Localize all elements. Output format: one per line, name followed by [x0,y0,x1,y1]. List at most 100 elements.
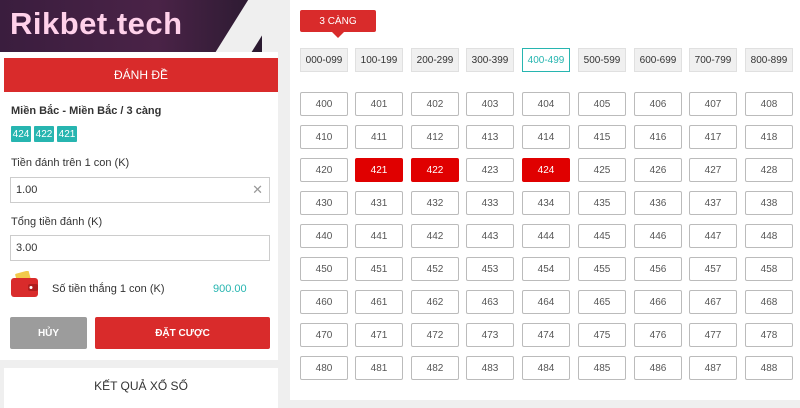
selected-chip[interactable]: 421 [57,126,77,142]
number-cell-468[interactable]: 468 [745,290,793,314]
number-cell-438[interactable]: 438 [745,191,793,215]
range-tab-600-699[interactable]: 600-699 [634,48,682,72]
number-cell-454[interactable]: 454 [522,257,570,281]
number-cell-467[interactable]: 467 [689,290,737,314]
range-tab-500-599[interactable]: 500-599 [578,48,626,72]
clear-icon[interactable]: ✕ [252,182,263,198]
number-cell-443[interactable]: 443 [466,224,514,248]
brand-logo[interactable]: Rikbet.tech [0,0,288,64]
number-cell-430[interactable]: 430 [300,191,348,215]
tab-3-cang[interactable]: 3 CÀNG [300,10,376,32]
number-cell-466[interactable]: 466 [634,290,682,314]
number-cell-437[interactable]: 437 [689,191,737,215]
number-cell-470[interactable]: 470 [300,323,348,347]
number-cell-420[interactable]: 420 [300,158,348,182]
number-cell-434[interactable]: 434 [522,191,570,215]
number-cell-445[interactable]: 445 [578,224,626,248]
number-cell-471[interactable]: 471 [355,323,403,347]
number-cell-417[interactable]: 417 [689,125,737,149]
place-bet-button[interactable]: ĐẶT CƯỢC [95,317,270,349]
number-cell-487[interactable]: 487 [689,356,737,380]
number-cell-451[interactable]: 451 [355,257,403,281]
number-cell-424[interactable]: 424 [522,158,570,182]
range-tab-000-099[interactable]: 000-099 [300,48,348,72]
number-cell-440[interactable]: 440 [300,224,348,248]
number-cell-458[interactable]: 458 [745,257,793,281]
number-cell-475[interactable]: 475 [578,323,626,347]
number-cell-473[interactable]: 473 [466,323,514,347]
number-cell-452[interactable]: 452 [411,257,459,281]
selected-chip[interactable]: 422 [34,126,54,142]
number-cell-410[interactable]: 410 [300,125,348,149]
number-cell-472[interactable]: 472 [411,323,459,347]
number-cell-486[interactable]: 486 [634,356,682,380]
number-cell-411[interactable]: 411 [355,125,403,149]
number-cell-415[interactable]: 415 [578,125,626,149]
number-cell-428[interactable]: 428 [745,158,793,182]
number-cell-414[interactable]: 414 [522,125,570,149]
number-cell-484[interactable]: 484 [522,356,570,380]
number-cell-426[interactable]: 426 [634,158,682,182]
number-cell-481[interactable]: 481 [355,356,403,380]
number-cell-461[interactable]: 461 [355,290,403,314]
number-cell-422[interactable]: 422 [411,158,459,182]
range-tab-200-299[interactable]: 200-299 [411,48,459,72]
number-cell-474[interactable]: 474 [522,323,570,347]
stake-input[interactable]: 1.00 ✕ [10,177,270,203]
number-cell-413[interactable]: 413 [466,125,514,149]
number-cell-476[interactable]: 476 [634,323,682,347]
range-tab-800-899[interactable]: 800-899 [745,48,793,72]
number-cell-483[interactable]: 483 [466,356,514,380]
number-cell-436[interactable]: 436 [634,191,682,215]
number-cell-416[interactable]: 416 [634,125,682,149]
number-cell-400[interactable]: 400 [300,92,348,116]
number-cell-464[interactable]: 464 [522,290,570,314]
number-cell-450[interactable]: 450 [300,257,348,281]
logo-text: Rikbet.tech [10,6,183,41]
number-cell-485[interactable]: 485 [578,356,626,380]
number-cell-407[interactable]: 407 [689,92,737,116]
number-cell-456[interactable]: 456 [634,257,682,281]
number-cell-460[interactable]: 460 [300,290,348,314]
cancel-button[interactable]: HỦY [10,317,87,349]
number-cell-425[interactable]: 425 [578,158,626,182]
number-cell-477[interactable]: 477 [689,323,737,347]
number-cell-433[interactable]: 433 [466,191,514,215]
number-cell-462[interactable]: 462 [411,290,459,314]
number-cell-457[interactable]: 457 [689,257,737,281]
number-cell-482[interactable]: 482 [411,356,459,380]
number-cell-421[interactable]: 421 [355,158,403,182]
number-cell-480[interactable]: 480 [300,356,348,380]
range-tab-700-799[interactable]: 700-799 [689,48,737,72]
range-tab-400-499[interactable]: 400-499 [522,48,570,72]
number-cell-447[interactable]: 447 [689,224,737,248]
number-cell-446[interactable]: 446 [634,224,682,248]
number-cell-408[interactable]: 408 [745,92,793,116]
number-cell-403[interactable]: 403 [466,92,514,116]
number-cell-423[interactable]: 423 [466,158,514,182]
number-cell-435[interactable]: 435 [578,191,626,215]
number-cell-431[interactable]: 431 [355,191,403,215]
number-cell-401[interactable]: 401 [355,92,403,116]
number-cell-441[interactable]: 441 [355,224,403,248]
number-cell-427[interactable]: 427 [689,158,737,182]
number-cell-404[interactable]: 404 [522,92,570,116]
number-cell-448[interactable]: 448 [745,224,793,248]
number-cell-418[interactable]: 418 [745,125,793,149]
number-cell-478[interactable]: 478 [745,323,793,347]
number-cell-442[interactable]: 442 [411,224,459,248]
number-cell-432[interactable]: 432 [411,191,459,215]
number-cell-402[interactable]: 402 [411,92,459,116]
range-tab-100-199[interactable]: 100-199 [355,48,403,72]
number-cell-444[interactable]: 444 [522,224,570,248]
number-cell-412[interactable]: 412 [411,125,459,149]
number-cell-405[interactable]: 405 [578,92,626,116]
number-cell-463[interactable]: 463 [466,290,514,314]
number-cell-465[interactable]: 465 [578,290,626,314]
number-cell-488[interactable]: 488 [745,356,793,380]
number-cell-453[interactable]: 453 [466,257,514,281]
selected-chip[interactable]: 424 [11,126,31,142]
number-cell-455[interactable]: 455 [578,257,626,281]
number-cell-406[interactable]: 406 [634,92,682,116]
range-tab-300-399[interactable]: 300-399 [466,48,514,72]
